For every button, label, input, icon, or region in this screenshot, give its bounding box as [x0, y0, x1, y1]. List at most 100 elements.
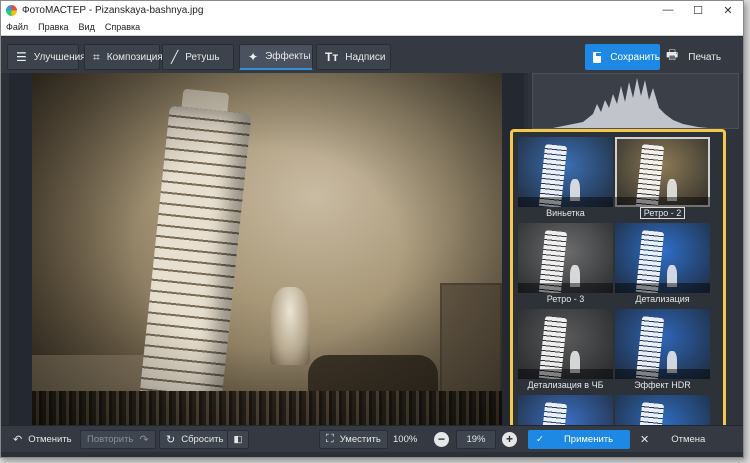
- thumbnail-ground-shape: [615, 283, 710, 293]
- effect-thumbnail: [615, 309, 710, 379]
- zoom-value-field[interactable]: 19%: [456, 430, 496, 449]
- tab-label: Эффекты: [265, 51, 311, 62]
- fit-button[interactable]: ⛶ Уместить: [319, 430, 388, 449]
- magic-wand-icon: ✦: [248, 49, 259, 64]
- redo-icon: ↷: [139, 434, 149, 446]
- effect-label: Детализация: [615, 293, 710, 306]
- tab-enhancements[interactable]: ☰ Улучшения: [7, 44, 86, 70]
- zoom-out-icon[interactable]: −: [434, 432, 449, 447]
- save-label: Сохранить: [610, 51, 660, 63]
- minimize-icon[interactable]: —: [653, 1, 683, 19]
- fit-label: Уместить: [339, 434, 381, 445]
- image-canvas[interactable]: [9, 73, 524, 425]
- effect-label-text: Виньетка: [546, 208, 585, 218]
- check-icon: ✓: [536, 434, 544, 445]
- cancel-label: Отмена: [671, 434, 706, 445]
- reset-label: Сбросить: [181, 434, 224, 445]
- crop-icon: ⌗: [93, 49, 100, 64]
- effect-thumbnail: [518, 395, 613, 426]
- effect-thumbnail: [615, 395, 710, 426]
- text-icon: Tт: [325, 50, 339, 64]
- close-icon[interactable]: ✕: [713, 1, 743, 19]
- effect-thumbnail: [518, 223, 613, 293]
- brush-icon: ╱: [171, 50, 179, 64]
- redo-label: Повторить: [87, 434, 134, 445]
- tab-retouch[interactable]: ╱ Ретушь: [162, 44, 234, 70]
- window-title: ФотоМАСТЕР - Pizanskaya-bashnya.jpg: [22, 4, 204, 16]
- menu-bar: Файл Правка Вид Справка: [1, 19, 743, 36]
- effect-item[interactable]: [518, 395, 613, 426]
- thumbnail-ground-shape: [518, 197, 613, 207]
- menu-help[interactable]: Справка: [100, 22, 145, 32]
- compare-button[interactable]: ◧: [227, 430, 249, 449]
- window-controls: — ☐ ✕: [653, 1, 743, 19]
- tab-label: Надписи: [345, 51, 386, 63]
- effect-label-text: Детализация в ЧБ: [527, 380, 604, 390]
- histogram: [532, 73, 739, 129]
- close-icon: ✕: [640, 434, 650, 446]
- menu-view[interactable]: Вид: [74, 22, 100, 32]
- thumbnail-ground-shape: [615, 197, 710, 207]
- apply-button[interactable]: ✓ Применить: [528, 430, 630, 449]
- menu-edit[interactable]: Правка: [33, 22, 73, 32]
- effect-item[interactable]: Детализация в ЧБ: [518, 309, 613, 392]
- histogram-graph: [553, 78, 708, 128]
- fit-screen-icon: ⛶: [326, 433, 334, 445]
- tab-label: Композиция: [106, 51, 163, 63]
- zoom-100-label: 100%: [393, 434, 418, 445]
- main-toolbar: ☰ Улучшения ⌗ Композиция ╱ Ретушь ✦ Эффе…: [1, 37, 743, 73]
- effect-label: Виньетка: [518, 207, 613, 220]
- undo-button[interactable]: ↶ Отменить: [7, 430, 78, 449]
- compare-icon: ◧: [233, 434, 243, 445]
- effect-thumbnail: [615, 137, 710, 207]
- effect-thumbnail: [518, 309, 613, 379]
- tab-text[interactable]: Tт Надписи: [316, 44, 391, 70]
- photo-preview: [32, 73, 502, 425]
- effect-item[interactable]: Виньетка: [518, 137, 613, 220]
- tab-label: Ретушь: [185, 51, 220, 63]
- thumbnail-ground-shape: [518, 283, 613, 293]
- bottom-bar: ↶ Отменить Повторить ↷ ↻ Сбросить ◧ ⛶ Ум…: [1, 425, 743, 452]
- effect-label-text: Ретро - 3: [546, 294, 585, 304]
- cancel-button[interactable]: ✕ Отмена: [634, 430, 734, 449]
- effect-thumbnail: [518, 137, 613, 207]
- photo-vignette: [32, 73, 502, 425]
- save-button[interactable]: Сохранить: [585, 44, 660, 70]
- undo-label: Отменить: [28, 434, 72, 445]
- effect-thumbnail: [615, 223, 710, 293]
- tab-effects[interactable]: ✦ Эффекты: [239, 44, 313, 70]
- effect-label: Эффект HDR: [615, 379, 710, 392]
- print-button[interactable]: 🖶 Печать: [666, 44, 721, 70]
- thumbnail-ground-shape: [615, 369, 710, 379]
- tab-label: Улучшения: [33, 51, 86, 63]
- thumbnail-ground-shape: [518, 369, 613, 379]
- effects-gallery: Виньетка Ретро - 2 Ретро - 3 Детализация Дет…: [510, 129, 726, 429]
- undo-icon: ↶: [13, 434, 23, 446]
- floppy-disk-icon: [593, 51, 602, 63]
- redo-button[interactable]: Повторить ↷: [80, 430, 156, 449]
- tab-composition[interactable]: ⌗ Композиция: [84, 44, 163, 70]
- zoom-in-icon[interactable]: +: [502, 432, 517, 447]
- apply-label: Применить: [563, 434, 614, 445]
- effect-label: Детализация в ЧБ: [518, 379, 613, 392]
- maximize-icon[interactable]: ☐: [683, 1, 713, 19]
- effect-item[interactable]: Ретро - 3: [518, 223, 613, 306]
- effect-label-text: Детализация: [635, 294, 690, 304]
- effect-label-text: Ретро - 2: [639, 207, 686, 219]
- printer-icon: 🖶: [666, 47, 679, 62]
- menu-file[interactable]: Файл: [1, 22, 33, 32]
- effect-item[interactable]: Детализация: [615, 223, 710, 306]
- effect-item[interactable]: [615, 395, 710, 426]
- app-window: ФотоМАСТЕР - Pizanskaya-bashnya.jpg — ☐ …: [0, 0, 744, 458]
- effect-label-text: Эффект HDR: [634, 380, 691, 390]
- print-label: Печать: [688, 51, 722, 63]
- title-bar: ФотоМАСТЕР - Pizanskaya-bashnya.jpg — ☐ …: [1, 1, 743, 19]
- effect-item[interactable]: Эффект HDR: [615, 309, 710, 392]
- effect-item[interactable]: Ретро - 2: [615, 137, 710, 220]
- effect-label: Ретро - 3: [518, 293, 613, 306]
- zoom-100-button[interactable]: 100%: [387, 430, 423, 449]
- reset-button[interactable]: ↻ Сбросить: [159, 430, 231, 449]
- sliders-icon: ☰: [16, 50, 27, 64]
- app-logo-icon: [6, 4, 17, 16]
- effect-label: Ретро - 2: [615, 207, 710, 220]
